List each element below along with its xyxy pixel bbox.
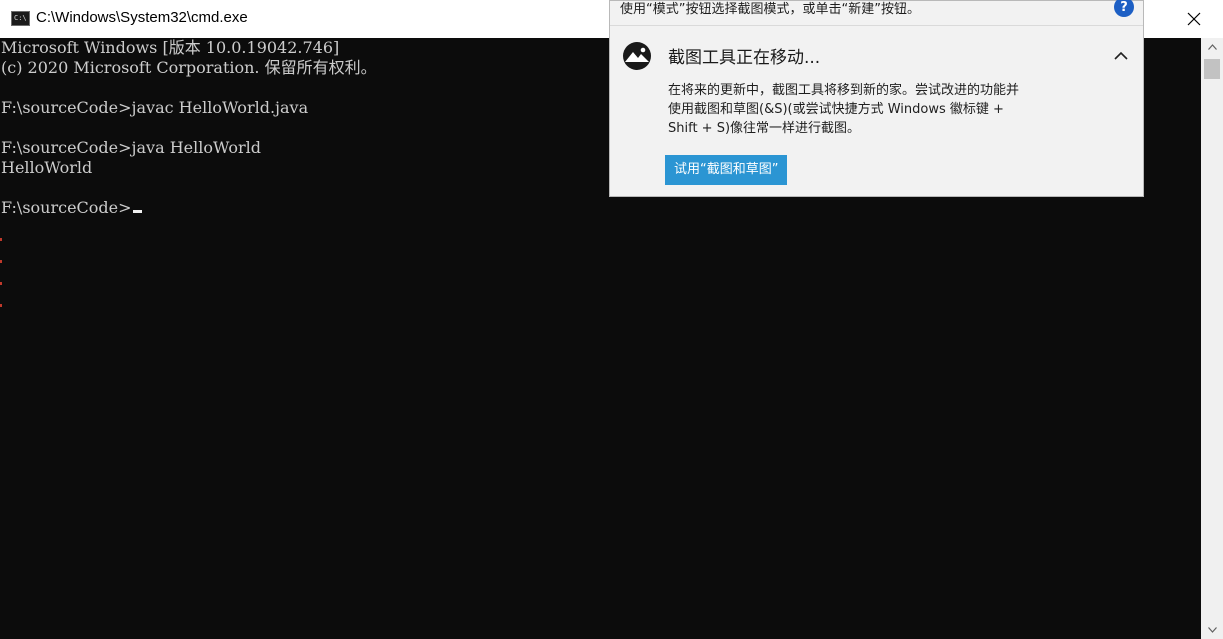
close-button[interactable]: [1165, 0, 1223, 38]
snipping-tool-notification: 使用“模式”按钮选择截图模式，或单击“新建”按钮。 ? 截图工具正在移动... …: [609, 0, 1144, 197]
scroll-thumb[interactable]: [1204, 59, 1220, 79]
divider: [610, 25, 1143, 26]
collapse-button[interactable]: [1110, 44, 1132, 66]
close-icon: [1187, 12, 1201, 26]
body-line: Shift + S)像往常一样进行截图。: [668, 121, 861, 136]
try-snip-sketch-button[interactable]: 试用“截图和草图”: [665, 155, 788, 185]
notification-body: 在将来的更新中，截图工具将移到新的家。尝试改进的功能并 使用截图和草图(&S)(…: [668, 81, 1088, 138]
window-title: C:\Windows\System32\cmd.exe: [36, 9, 248, 26]
console-line: Microsoft Windows [版本 10.0.19042.746]: [1, 38, 340, 57]
scroll-up-button[interactable]: [1201, 38, 1223, 56]
chevron-down-icon: [1207, 627, 1217, 633]
console-prompt-line: F:\sourceCode>: [1, 198, 142, 218]
console-line: F:\sourceCode>java HelloWorld: [1, 138, 261, 157]
snip-instruction-text: 使用“模式”按钮选择截图模式，或单击“新建”按钮。: [620, 2, 920, 17]
console-line: F:\sourceCode>javac HelloWorld.java: [1, 98, 309, 117]
notification-title: 截图工具正在移动...: [668, 48, 821, 68]
body-line: 使用截图和草图(&S)(或尝试快捷方式 Windows 徽标键 +: [668, 102, 1004, 117]
console-line: (c) 2020 Microsoft Corporation. 保留所有权利。: [1, 58, 377, 77]
text-cursor: [132, 210, 142, 213]
cmd-icon[interactable]: C:\: [11, 11, 30, 26]
chevron-up-icon: [1114, 51, 1128, 60]
console-prompt: F:\sourceCode>: [1, 198, 132, 217]
console-line: HelloWorld: [1, 158, 93, 177]
snipping-tool-logo-icon: [623, 42, 651, 70]
chevron-up-icon: [1207, 44, 1217, 50]
left-edge-marks: [0, 238, 2, 348]
body-line: 在将来的更新中，截图工具将移到新的家。尝试改进的功能并: [668, 83, 1020, 98]
cmd-icon-text: C:\: [14, 14, 27, 22]
vertical-scrollbar[interactable]: [1201, 38, 1223, 639]
scroll-down-button[interactable]: [1201, 621, 1223, 639]
help-icon[interactable]: ?: [1114, 0, 1134, 17]
